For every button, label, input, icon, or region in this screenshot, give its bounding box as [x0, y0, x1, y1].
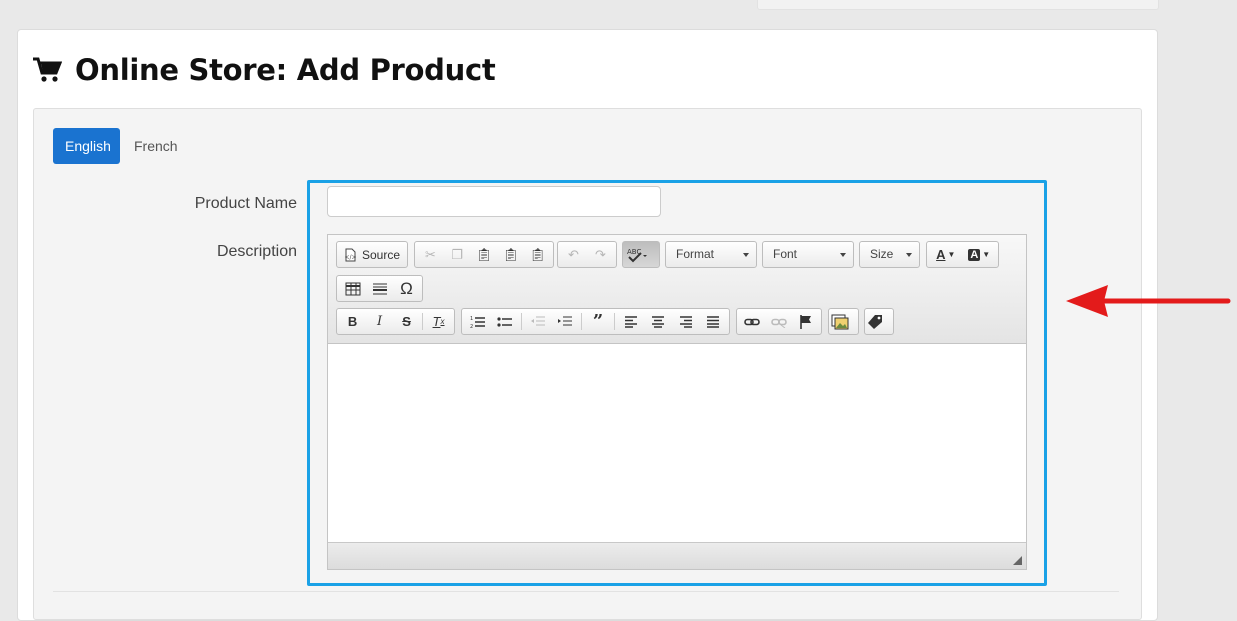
italic-icon[interactable]: I [366, 310, 393, 333]
tag-icon [868, 314, 882, 329]
product-name-label: Product Name [194, 195, 297, 212]
paragraph-group: 12 ” [461, 308, 730, 335]
blockquote-icon[interactable]: ” [584, 310, 612, 333]
font-label: Font [773, 247, 798, 261]
text-color-icon[interactable]: A ▼ [929, 243, 963, 266]
image-icon [831, 314, 849, 329]
align-center-icon[interactable] [644, 310, 672, 333]
align-right-icon[interactable] [672, 310, 700, 333]
tab-english[interactable]: English [53, 128, 120, 164]
font-dropdown[interactable]: Font [762, 241, 854, 268]
svg-text:</>: </> [344, 254, 356, 261]
source-button[interactable]: </> Source [336, 241, 408, 268]
background-color-icon[interactable]: A ▼ [963, 243, 997, 266]
toolbar-separator [422, 313, 424, 330]
tag-button[interactable] [864, 308, 894, 335]
horizontal-line-icon[interactable] [366, 277, 393, 300]
bulleted-list-icon[interactable] [492, 310, 520, 333]
editor-content-area[interactable] [328, 344, 1026, 544]
size-label: Size [870, 247, 894, 261]
link-icon[interactable] [739, 310, 766, 333]
unlink-icon[interactable] [766, 310, 793, 333]
format-label: Format [676, 247, 715, 261]
format-dropdown[interactable]: Format [665, 241, 757, 268]
page-title: Online Store: Add Product [75, 53, 496, 87]
color-group: A ▼ A ▼ [926, 241, 999, 268]
chevron-down-icon [840, 253, 846, 257]
paste-icon[interactable]: 📋︎ [471, 243, 498, 266]
spellcheck-icon: ABC [627, 248, 647, 262]
toolbar-separator [581, 313, 583, 330]
increase-indent-icon[interactable] [552, 310, 580, 333]
decrease-indent-icon[interactable] [524, 310, 552, 333]
paste-text-icon[interactable]: 📋︎ [497, 243, 524, 266]
annotation-arrow-icon [1066, 285, 1231, 317]
top-bar-box [757, 0, 1159, 10]
page-header: Online Store: Add Product [32, 53, 496, 87]
undo-redo-group: ↶ ↷ [557, 241, 617, 268]
rich-text-editor: </> Source ✂ ❐ 📋︎ 📋︎ 📋︎ ↶ ↷ ABC Format F… [327, 234, 1027, 570]
insert-group: Ω [336, 275, 423, 302]
cut-icon[interactable]: ✂ [417, 243, 444, 266]
toolbar-separator [521, 313, 523, 330]
table-icon[interactable] [339, 277, 366, 300]
special-character-icon[interactable]: Ω [393, 277, 420, 300]
toolbar-separator [613, 313, 615, 330]
chevron-down-icon [906, 253, 912, 257]
anchor-flag-icon[interactable] [792, 310, 819, 333]
undo-icon[interactable]: ↶ [560, 243, 587, 266]
redo-icon[interactable]: ↷ [587, 243, 614, 266]
spellcheck-button[interactable]: ABC [622, 241, 660, 268]
align-justify-icon[interactable] [699, 310, 727, 333]
strikethrough-icon[interactable]: S [393, 310, 420, 333]
remove-format-icon[interactable]: Tx [425, 310, 452, 333]
align-left-icon[interactable] [617, 310, 645, 333]
svg-text:1: 1 [470, 316, 473, 322]
numbered-list-icon[interactable]: 12 [464, 310, 492, 333]
description-label: Description [216, 243, 297, 260]
source-label: Source [362, 247, 401, 262]
editor-status-bar [328, 542, 1026, 569]
copy-icon[interactable]: ❐ [444, 243, 471, 266]
source-icon: </> [344, 248, 357, 261]
chevron-down-icon [743, 253, 749, 257]
clipboard-group: ✂ ❐ 📋︎ 📋︎ 📋︎ [414, 241, 554, 268]
shopping-cart-icon [33, 57, 62, 82]
size-dropdown[interactable]: Size [859, 241, 920, 268]
paste-from-word-icon[interactable]: 📋︎ [524, 243, 551, 266]
links-group [736, 308, 822, 335]
svg-text:2: 2 [470, 324, 473, 329]
bold-icon[interactable]: B [339, 310, 366, 333]
image-button[interactable] [828, 308, 859, 335]
basic-styles-group: B I S Tx [336, 308, 455, 335]
resize-handle-icon[interactable] [1013, 556, 1022, 565]
editor-toolbar: </> Source ✂ ❐ 📋︎ 📋︎ 📋︎ ↶ ↷ ABC Format F… [328, 235, 1026, 344]
product-name-input[interactable] [327, 186, 661, 217]
divider [53, 591, 1119, 592]
tab-french[interactable]: French [122, 128, 190, 164]
